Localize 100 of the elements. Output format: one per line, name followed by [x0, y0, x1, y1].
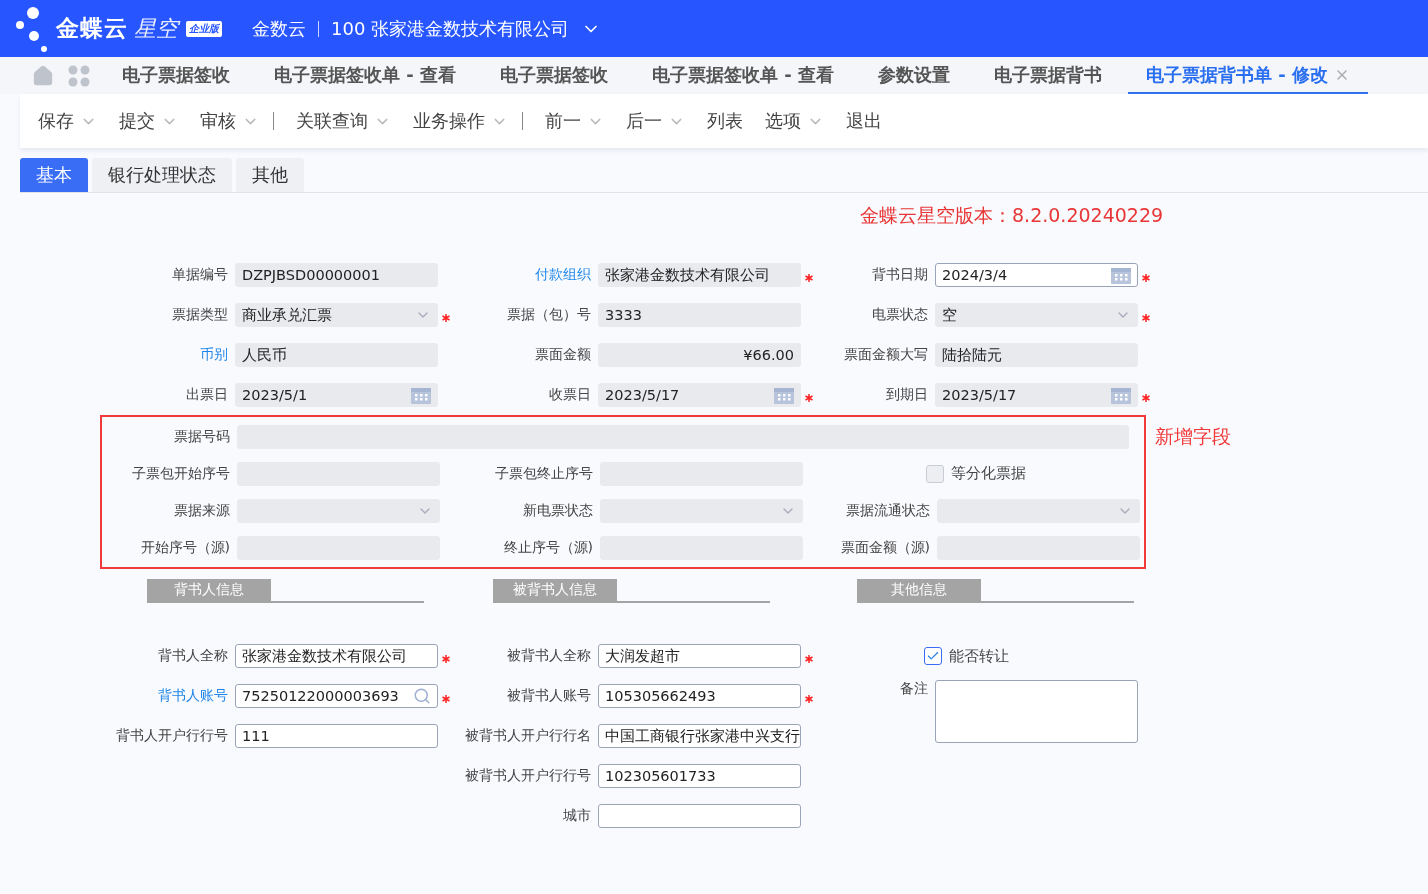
- input-field[interactable]: [598, 804, 801, 828]
- input-field[interactable]: 大润发超市: [598, 644, 801, 668]
- field-label: 票据来源: [173, 501, 231, 520]
- input-field[interactable]: 111: [235, 724, 438, 748]
- date-field[interactable]: 2024/3/4: [935, 263, 1138, 287]
- calendar-icon[interactable]: [411, 386, 431, 404]
- form-tab[interactable]: 基本: [20, 158, 88, 192]
- field-label: 电票状态: [871, 306, 929, 324]
- field-label: 新电票状态: [522, 501, 594, 520]
- input-field[interactable]: 人民币: [235, 343, 438, 367]
- page-tab[interactable]: 参数设置: [860, 57, 969, 94]
- field-label: 被背书人开户行行号: [464, 767, 592, 785]
- page-tab[interactable]: 电子票据背书: [976, 57, 1121, 94]
- field-label: 城市: [562, 807, 592, 825]
- input-field[interactable]: 102305601733: [598, 764, 801, 788]
- input-field[interactable]: 张家港金数技术有限公司: [235, 644, 438, 668]
- toolbar-button[interactable]: 审核: [200, 109, 274, 133]
- field-label: 收票日: [548, 386, 592, 404]
- page-tab[interactable]: 电子票据签收单 - 查看: [256, 57, 474, 94]
- field-label: 子票包开始序号: [131, 464, 231, 483]
- organization-name[interactable]: 100 张家港金数技术有限公司: [331, 16, 570, 41]
- date-field[interactable]: 2023/5/17: [598, 383, 801, 407]
- required-icon: [441, 314, 450, 322]
- toolbar-button[interactable]: 关联查询: [296, 109, 391, 133]
- checkbox[interactable]: [926, 464, 944, 483]
- toolbar-button[interactable]: 业务操作: [413, 109, 523, 133]
- required-icon: [1141, 394, 1150, 402]
- field-label: 背书人全称: [157, 647, 229, 665]
- input-field[interactable]: DZPJBSD00000001: [235, 263, 438, 287]
- form-tab[interactable]: 银行处理状态: [92, 158, 232, 192]
- field-label: 票据（包）号: [506, 306, 592, 324]
- required-icon: [441, 695, 450, 703]
- field-label: 票据号码: [173, 427, 231, 446]
- input-field[interactable]: 105305662493: [598, 684, 801, 708]
- field-label: 被背书人全称: [506, 647, 592, 665]
- apps-icon[interactable]: [68, 64, 90, 87]
- dropdown-field[interactable]: [937, 498, 1140, 523]
- check-icon: [926, 649, 940, 663]
- required-icon: [1141, 274, 1150, 282]
- input-field[interactable]: ¥66.00: [598, 343, 801, 367]
- toolbar-button[interactable]: 提交: [119, 109, 178, 133]
- field-label[interactable]: 付款组织: [446, 266, 598, 284]
- input-field[interactable]: 张家港金数技术有限公司: [598, 263, 801, 287]
- toolbar-button[interactable]: 前一: [545, 109, 604, 133]
- toolbar-button[interactable]: 选项: [765, 109, 824, 133]
- dropdown-field[interactable]: [600, 498, 803, 523]
- field-label: 被背书人开户行行名: [464, 727, 592, 745]
- tenant-name: 金数云: [252, 16, 306, 41]
- home-icon[interactable]: [32, 64, 54, 87]
- dropdown-field[interactable]: [237, 498, 440, 523]
- field-label[interactable]: 币别: [100, 346, 235, 364]
- text-area[interactable]: [935, 679, 1138, 743]
- annotation-note: 新增字段: [1155, 424, 1231, 449]
- field-label: 票据类型: [171, 306, 229, 324]
- section-title: 其他信息: [857, 579, 981, 601]
- field-label[interactable]: 背书人账号: [100, 687, 235, 705]
- page-tab[interactable]: 电子票据签收: [104, 57, 248, 94]
- checkbox-label: 等分化票据: [951, 464, 1026, 483]
- toolbar-button[interactable]: 列表: [707, 109, 743, 133]
- required-icon: [804, 274, 813, 282]
- search-icon[interactable]: [413, 687, 431, 705]
- page-tab[interactable]: 电子票据签收: [482, 57, 626, 94]
- input-field[interactable]: 中国工商银行张家港中兴支行: [598, 724, 801, 748]
- toolbar-button[interactable]: 后一: [626, 109, 685, 133]
- field-label: 背书人开户行行号: [115, 727, 229, 745]
- field-label: 到期日: [885, 386, 929, 404]
- field-label: 票面金额（源): [839, 538, 931, 557]
- field-label: 开始序号（源): [139, 538, 231, 557]
- date-field[interactable]: 2023/5/17: [935, 383, 1138, 407]
- input-field[interactable]: 3333: [598, 303, 801, 327]
- version-note: 金蝶云星空版本：8.2.0.20240229: [860, 203, 1165, 228]
- section-title: 背书人信息: [147, 579, 271, 601]
- field-label: 备注: [899, 679, 929, 698]
- required-icon: [804, 394, 813, 402]
- field-label: 背书日期: [871, 266, 929, 284]
- required-icon: [804, 695, 813, 703]
- field-label: 票面金额: [534, 346, 592, 364]
- field-label: 单据编号: [171, 266, 229, 284]
- calendar-icon[interactable]: [1111, 266, 1131, 284]
- field-label: 票据流通状态: [845, 501, 931, 520]
- required-icon: [441, 655, 450, 663]
- date-field[interactable]: 2023/5/1: [235, 383, 438, 407]
- checkbox-label: 能否转让: [949, 646, 1009, 666]
- required-icon: [1141, 314, 1150, 322]
- field-label: 被背书人账号: [506, 687, 592, 705]
- input-field[interactable]: 陆拾陆元: [935, 343, 1138, 367]
- dropdown-field[interactable]: 商业承兑汇票: [235, 303, 438, 327]
- field-label: 出票日: [185, 386, 229, 404]
- checkbox[interactable]: [924, 647, 942, 665]
- dropdown-field[interactable]: 空: [935, 303, 1138, 327]
- brand-name: 金蝶云: [56, 14, 128, 43]
- page-tab[interactable]: 电子票据签收单 - 查看: [634, 57, 853, 94]
- input-field[interactable]: 75250122000003693: [235, 684, 438, 708]
- toolbar-button[interactable]: 保存: [38, 109, 97, 133]
- calendar-icon[interactable]: [774, 386, 794, 404]
- calendar-icon[interactable]: [1111, 386, 1131, 404]
- toolbar-button[interactable]: 退出: [846, 109, 882, 133]
- section-title: 被背书人信息: [493, 579, 617, 601]
- form-tab[interactable]: 其他: [236, 158, 304, 192]
- field-label: 终止序号（源): [502, 538, 594, 557]
